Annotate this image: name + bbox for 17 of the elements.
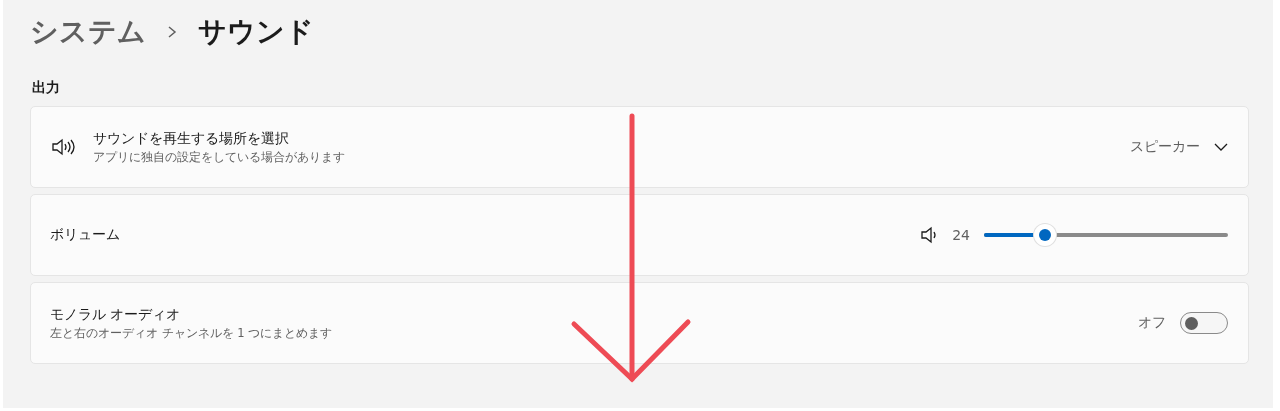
setting-description: アプリに独自の設定をしている場合があります — [93, 149, 346, 165]
breadcrumb-item: サウンド — [198, 14, 314, 50]
setting-title: ボリューム — [50, 226, 121, 244]
toggle-switch[interactable] — [1180, 312, 1228, 334]
setting-title: サウンドを再生する場所を選択 — [93, 129, 290, 148]
breadcrumb-item[interactable]: システム — [30, 13, 146, 51]
speaker-icon — [920, 225, 939, 245]
chevron-right-icon — [166, 25, 178, 39]
section-heading: 出力 — [32, 79, 61, 97]
output-device-value[interactable]: スピーカー — [1130, 138, 1200, 156]
speaker-icon — [51, 137, 75, 157]
slider-thumb[interactable] — [1034, 224, 1056, 246]
toggle-state-label: オフ — [1138, 314, 1166, 332]
volume-reading: 24 — [952, 227, 970, 243]
chevron-down-icon[interactable] — [1214, 143, 1228, 151]
setting-description: 左と右のオーディオ チャンネルを 1 つにまとめます — [50, 325, 334, 341]
setting-title: モノラル オーディオ — [50, 305, 182, 324]
